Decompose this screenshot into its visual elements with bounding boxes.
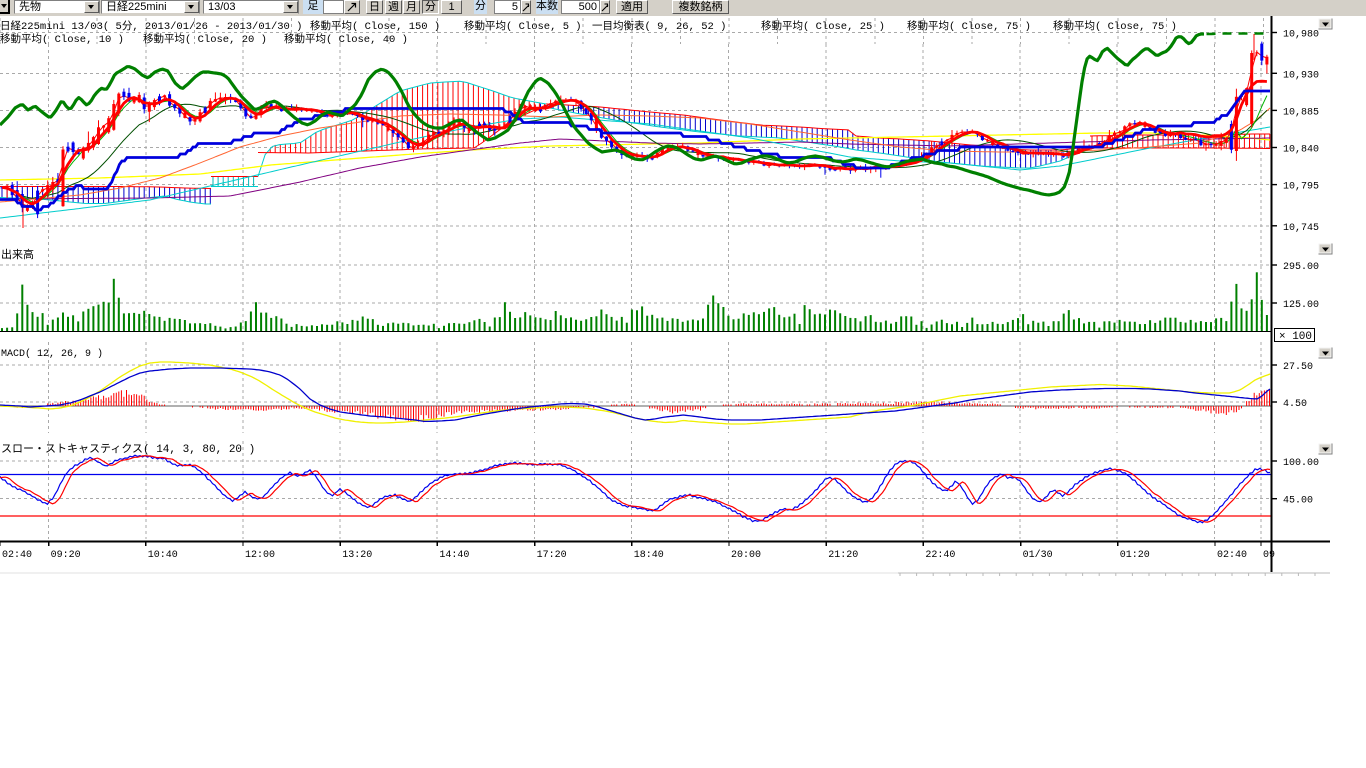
svg-text:スロー・ストキャスティクス( 14, 3, 80, 20 ): スロー・ストキャスティクス( 14, 3, 80, 20 ) <box>1 442 255 456</box>
svg-text:295.00: 295.00 <box>1283 262 1319 273</box>
svg-text:10,745: 10,745 <box>1283 223 1319 234</box>
svg-text:日経225mini 13/03( 5分, 2013/01/2: 日経225mini 13/03( 5分, 2013/01/26 - 2013/0… <box>0 19 302 33</box>
svg-text:10,980: 10,980 <box>1283 30 1319 41</box>
svg-text:4.50: 4.50 <box>1283 399 1307 410</box>
svg-text:出来高: 出来高 <box>1 247 34 262</box>
svg-text:20:00: 20:00 <box>731 550 761 561</box>
svg-text:移動平均( Close, 40 ): 移動平均( Close, 40 ) <box>284 32 408 46</box>
svg-text:09: 09 <box>1263 550 1275 561</box>
svg-text:10:40: 10:40 <box>148 550 178 561</box>
svg-text:× 100: × 100 <box>1279 331 1312 343</box>
svg-text:10,795: 10,795 <box>1283 182 1319 193</box>
svg-text:MACD( 12, 26, 9 ): MACD( 12, 26, 9 ) <box>1 348 103 360</box>
svg-text:22:40: 22:40 <box>925 550 955 561</box>
svg-text:01:20: 01:20 <box>1120 550 1150 561</box>
svg-text:10,840: 10,840 <box>1283 145 1319 156</box>
svg-text:12:00: 12:00 <box>245 550 275 561</box>
svg-text:移動平均( Close, 10 ): 移動平均( Close, 10 ) <box>0 32 124 46</box>
svg-text:18:40: 18:40 <box>634 550 664 561</box>
svg-text:21:20: 21:20 <box>828 550 858 561</box>
svg-text:移動平均( Close, 25 ): 移動平均( Close, 25 ) <box>761 19 885 33</box>
svg-text:02:40: 02:40 <box>1217 550 1247 561</box>
svg-text:移動平均( Close, 75 ): 移動平均( Close, 75 ) <box>1053 19 1177 33</box>
svg-text:移動平均( Close, 20 ): 移動平均( Close, 20 ) <box>143 32 267 46</box>
svg-text:10,885: 10,885 <box>1283 107 1319 118</box>
svg-text:移動平均( Close, 150 ): 移動平均( Close, 150 ) <box>310 19 440 33</box>
svg-text:27.50: 27.50 <box>1283 362 1313 373</box>
svg-text:09:20: 09:20 <box>51 550 81 561</box>
svg-text:17:20: 17:20 <box>537 550 567 561</box>
svg-text:10,930: 10,930 <box>1283 70 1319 81</box>
svg-text:14:40: 14:40 <box>439 550 469 561</box>
svg-text:移動平均( Close, 5 ): 移動平均( Close, 5 ) <box>464 19 582 33</box>
svg-text:100.00: 100.00 <box>1283 458 1319 469</box>
svg-text:45.00: 45.00 <box>1283 496 1313 507</box>
svg-text:02:40: 02:40 <box>2 550 32 561</box>
svg-text:一目均衡表( 9, 26, 52 ): 一目均衡表( 9, 26, 52 ) <box>592 19 726 33</box>
svg-text:移動平均( Close, 75 ): 移動平均( Close, 75 ) <box>907 19 1031 33</box>
svg-text:01/30: 01/30 <box>1023 549 1053 561</box>
svg-text:125.00: 125.00 <box>1283 300 1319 311</box>
svg-text:13:20: 13:20 <box>342 550 372 561</box>
